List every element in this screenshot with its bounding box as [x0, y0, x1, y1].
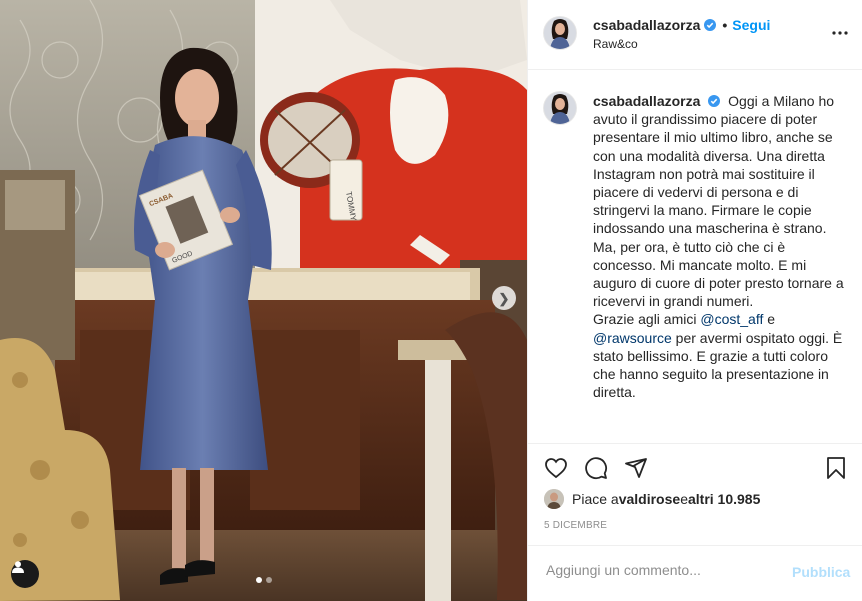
photo-illustration: TOMMY CSABA GOOD: [0, 0, 527, 601]
more-horizontal-icon[interactable]: [830, 25, 850, 41]
liker-avatar[interactable]: [544, 489, 564, 509]
likes-count[interactable]: altri 10.985: [688, 491, 760, 507]
post-photo[interactable]: TOMMY CSABA GOOD ❯: [0, 0, 527, 601]
post-author: csabadallazorza • Segui: [593, 17, 770, 33]
avatar-image: [544, 92, 576, 124]
likes-middle: e: [680, 491, 688, 507]
caption-thanks-prefix: Grazie agli amici: [593, 311, 701, 328]
likes-summary: Piace a valdirose e altri 10.985: [544, 488, 760, 510]
avatar-image: [544, 489, 564, 509]
caption-text: Oggi a Milano ho avuto il grandissimo pi…: [593, 93, 844, 310]
post-side-panel: csabadallazorza • Segui Raw&co csabadall…: [527, 0, 862, 601]
post-date[interactable]: 5 DICEMBRE: [544, 520, 607, 531]
header-separator: •: [722, 17, 728, 33]
author-username[interactable]: csabadallazorza: [593, 17, 700, 33]
heart-icon[interactable]: [544, 456, 568, 480]
post-location[interactable]: Raw&co: [593, 37, 638, 51]
carousel-indicator: [256, 577, 272, 583]
verified-badge-icon: [708, 95, 721, 107]
next-slide-button[interactable]: ❯: [492, 286, 516, 310]
post-header: csabadallazorza • Segui Raw&co: [528, 0, 862, 70]
carousel-dot: [266, 577, 272, 583]
mention-link[interactable]: @rawsource: [593, 330, 672, 346]
bookmark-icon[interactable]: [824, 456, 848, 480]
carousel-dot-active: [256, 577, 262, 583]
instagram-post: TOMMY CSABA GOOD ❯ csabadallazorza • Seg…: [0, 0, 862, 601]
caption-username[interactable]: csabadallazorza: [593, 93, 700, 109]
user-tag-button[interactable]: [11, 560, 39, 588]
verified-badge-icon: [704, 19, 717, 31]
post-caption: csabadallazorza Oggi a Milano ho avuto i…: [593, 92, 849, 401]
share-icon[interactable]: [624, 456, 648, 480]
avatar[interactable]: [544, 17, 576, 49]
caption-thanks-mid: e: [763, 311, 776, 328]
likes-prefix: Piace a: [572, 491, 619, 507]
comment-icon[interactable]: [584, 456, 608, 480]
chevron-right-icon: ❯: [498, 290, 510, 306]
follow-button[interactable]: Segui: [732, 17, 770, 33]
user-tag-icon: [12, 561, 24, 573]
mention-link[interactable]: @cost_aff: [700, 311, 763, 327]
comment-input[interactable]: [544, 561, 788, 579]
publish-button[interactable]: Pubblica: [792, 564, 850, 580]
action-bar: [528, 444, 862, 492]
avatar-image: [544, 17, 576, 49]
liker-username[interactable]: valdirose: [619, 491, 680, 507]
caption-section: csabadallazorza Oggi a Milano ho avuto i…: [528, 70, 862, 444]
caption-avatar[interactable]: [544, 92, 576, 124]
comment-bar: Pubblica: [528, 545, 862, 601]
